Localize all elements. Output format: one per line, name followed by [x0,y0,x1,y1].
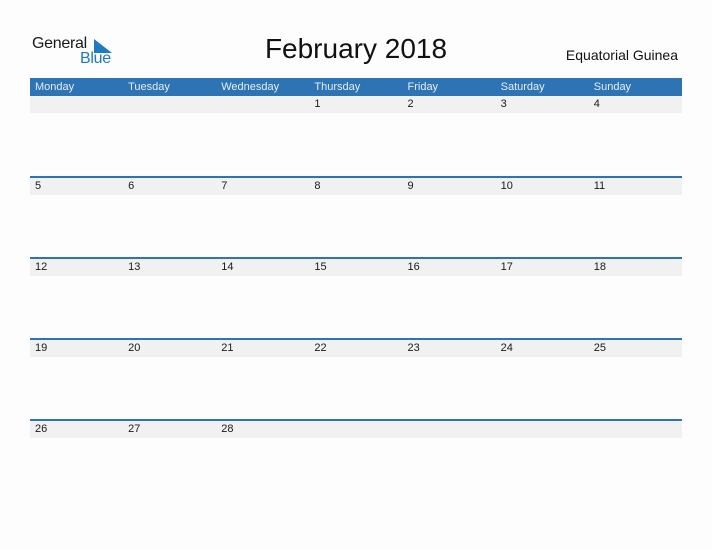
day-cell: 1 [314,98,321,110]
day-cell: 15 [314,261,327,273]
date-strip: 26 27 28 [30,421,682,438]
day-cell [589,421,682,438]
day-cell: 5 [35,180,42,192]
day-cell: 25 [593,342,606,354]
day-cell: 2 [407,98,414,110]
day-cell: 3 [500,98,507,110]
weekday-sunday: Sunday [593,81,632,93]
day-cell: 7 [221,180,228,192]
day-cell: 20 [128,342,141,354]
weekday-saturday: Saturday [500,81,545,93]
day-cell: 11 [593,180,606,192]
day-cell: 16 [407,261,420,273]
day-cell: 10 [500,180,513,192]
weekday-tuesday: Tuesday [128,81,170,93]
day-cell: 8 [314,180,321,192]
weekday-friday: Friday [407,81,439,93]
day-cell: 14 [221,261,234,273]
week-row-5: 26 27 28 [30,419,682,502]
weekday-wednesday: Wednesday [221,81,280,93]
date-strip: 5 6 7 8 9 10 11 [30,178,682,195]
day-cell: 17 [500,261,513,273]
day-cell [123,96,216,113]
weekday-header: Monday Tuesday Wednesday Thursday Friday… [30,78,682,96]
day-cell: 27 [128,423,141,435]
week-row-2: 5 6 7 8 9 10 11 [30,176,682,259]
day-cell: 26 [35,423,48,435]
day-cell: 23 [407,342,420,354]
day-cell: 28 [221,423,234,435]
day-cell: 18 [593,261,606,273]
weekday-monday: Monday [35,81,75,93]
day-cell: 9 [407,180,414,192]
day-cell [496,421,589,438]
day-cell [309,421,402,438]
day-cell [403,421,496,438]
week-row-1: 1 2 3 4 [30,96,682,177]
day-cell: 19 [35,342,48,354]
day-cell: 6 [128,180,135,192]
day-cell: 24 [500,342,513,354]
date-strip: 19 20 21 22 23 24 25 [30,340,682,357]
week-row-4: 19 20 21 22 23 24 25 [30,338,682,421]
day-cell: 21 [221,342,234,354]
date-strip: 12 13 14 15 16 17 18 [30,259,682,276]
day-cell [216,96,309,113]
day-cell: 4 [593,98,600,110]
day-cell: 22 [314,342,327,354]
day-cell: 13 [128,261,141,273]
weekday-thursday: Thursday [314,81,361,93]
week-row-3: 12 13 14 15 16 17 18 [30,257,682,340]
day-cell [30,96,123,113]
day-cell: 12 [35,261,48,273]
date-strip: 1 2 3 4 [30,96,682,113]
country-label: Equatorial Guinea [565,47,678,63]
